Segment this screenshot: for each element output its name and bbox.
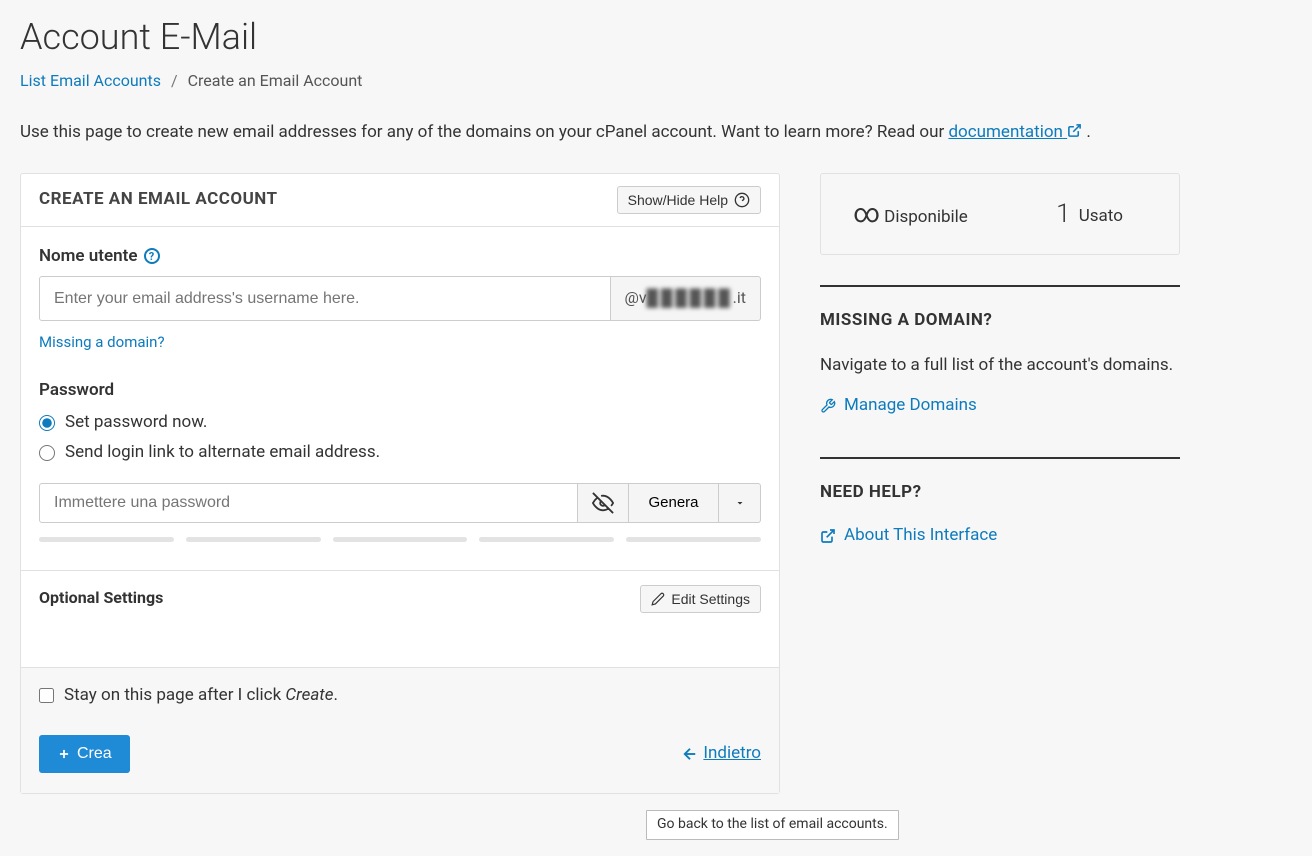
external-link-icon	[1067, 123, 1082, 138]
intro-text: Use this page to create new email addres…	[20, 121, 1292, 145]
pencil-icon	[651, 592, 665, 606]
page-title: Account E-Mail	[20, 12, 1292, 62]
radio-send-login-link-label[interactable]: Send login link to alternate email addre…	[65, 441, 380, 465]
domain-addon[interactable]: @v██████.it	[611, 276, 761, 320]
breadcrumb-link-list[interactable]: List Email Accounts	[20, 71, 161, 90]
username-help-icon[interactable]: ?	[144, 248, 160, 264]
create-button[interactable]: Crea	[39, 735, 130, 773]
panel-title: CREATE AN EMAIL ACCOUNT	[39, 188, 278, 212]
password-input[interactable]	[39, 483, 578, 523]
optional-settings-body	[21, 627, 779, 667]
external-link-icon	[820, 528, 836, 544]
help-icon	[734, 192, 750, 208]
missing-domain-text: Navigate to a full list of the account's…	[820, 353, 1180, 379]
breadcrumb: List Email Accounts / Create an Email Ac…	[20, 70, 1292, 92]
generate-password-button[interactable]: Genera	[629, 483, 719, 523]
radio-set-password-now[interactable]	[39, 415, 55, 431]
need-help-title: NEED HELP?	[820, 481, 1180, 505]
password-strength-meter	[39, 537, 761, 542]
radio-send-login-link[interactable]	[39, 445, 55, 461]
generate-password-menu-button[interactable]	[719, 483, 761, 523]
documentation-link[interactable]: documentation	[948, 122, 1082, 142]
back-link[interactable]: Indietro	[681, 742, 761, 766]
about-interface-link[interactable]: About This Interface	[820, 524, 997, 548]
optional-settings-title: Optional Settings	[39, 587, 163, 609]
breadcrumb-separator: /	[171, 71, 178, 90]
username-input[interactable]	[39, 276, 611, 320]
stats-used: 1 Usato	[1000, 174, 1179, 254]
radio-set-password-now-label[interactable]: Set password now.	[65, 411, 207, 435]
stats-available: ∞ Disponibile	[821, 174, 1000, 254]
wrench-icon	[820, 398, 836, 414]
back-tooltip: Go back to the list of email accounts.	[646, 810, 899, 840]
create-email-panel: CREATE AN EMAIL ACCOUNT Show/Hide Help N…	[20, 173, 780, 795]
arrow-left-icon	[681, 745, 699, 763]
toggle-password-visibility-button[interactable]	[578, 483, 629, 523]
infinity-icon: ∞	[853, 199, 880, 229]
missing-domain-title: MISSING A DOMAIN?	[820, 309, 1180, 333]
manage-domains-link[interactable]: Manage Domains	[820, 394, 977, 418]
edit-settings-button[interactable]: Edit Settings	[640, 585, 761, 613]
username-label: Nome utente	[39, 245, 138, 269]
caret-down-icon	[734, 497, 746, 509]
stay-on-page-label[interactable]: Stay on this page after I click Create.	[64, 684, 338, 708]
breadcrumb-current: Create an Email Account	[188, 71, 363, 90]
eye-off-icon	[592, 492, 614, 514]
stats-card: ∞ Disponibile 1 Usato	[820, 173, 1180, 255]
plus-icon	[57, 747, 71, 761]
stay-on-page-checkbox[interactable]	[39, 688, 54, 703]
password-label: Password	[39, 379, 114, 403]
missing-domain-link[interactable]: Missing a domain?	[39, 333, 165, 351]
show-hide-help-button[interactable]: Show/Hide Help	[617, 186, 761, 214]
